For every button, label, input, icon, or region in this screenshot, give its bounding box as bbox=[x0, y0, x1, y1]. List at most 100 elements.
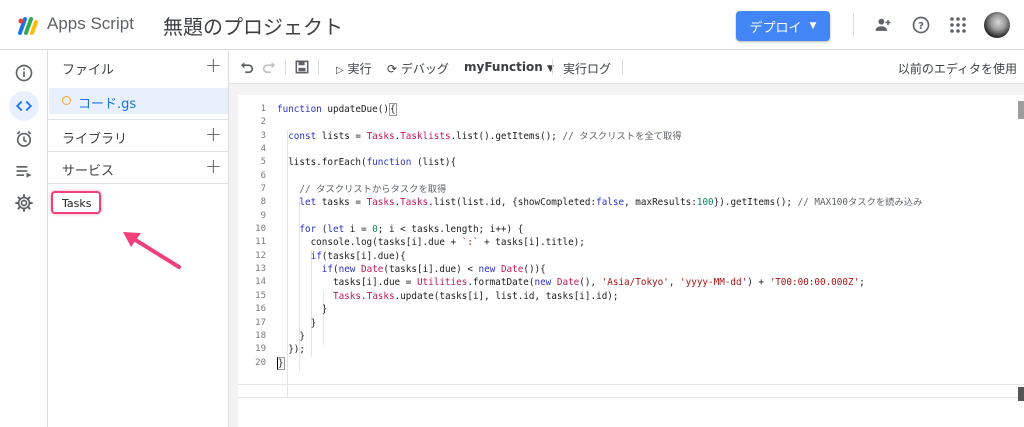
add-service-icon[interactable]: + bbox=[205, 156, 222, 176]
line-number: 14 bbox=[255, 277, 266, 288]
code-text[interactable]: function updateDue(){ const lists = Task… bbox=[277, 103, 1017, 370]
avatar[interactable] bbox=[984, 12, 1010, 38]
line-number: 2 bbox=[260, 117, 266, 128]
execution-log-button[interactable]: 実行ログ bbox=[563, 60, 611, 77]
annotation-arrow-icon bbox=[123, 232, 181, 269]
divider bbox=[318, 59, 319, 75]
line-number: 8 bbox=[260, 197, 266, 208]
apps-script-logo-icon[interactable] bbox=[16, 13, 40, 37]
settings-icon[interactable] bbox=[12, 191, 36, 215]
files-section-header: ファイル + bbox=[48, 50, 229, 82]
code-line: } bbox=[277, 317, 317, 329]
caret-down-icon: ▼ bbox=[809, 21, 817, 31]
divider bbox=[48, 183, 229, 184]
debug-label: デバッグ bbox=[400, 62, 449, 76]
code-line: } bbox=[277, 304, 328, 316]
code-line: const lists = Tasks.Tasklists.list().get… bbox=[288, 130, 682, 142]
code-line: if(tasks[i].due){ bbox=[310, 250, 406, 262]
triggers-icon[interactable] bbox=[12, 127, 36, 151]
line-number-gutter: 1 2 3 4 5 6 7 8 9 10 11 12 13 14 15 16 17 18 19 20 bbox=[238, 103, 266, 370]
code-editor: 1 2 3 4 5 6 7 8 9 10 11 12 13 14 15 16 17 18 19 20 function… bbox=[229, 84, 1024, 427]
divider bbox=[853, 13, 854, 37]
line-number: 10 bbox=[255, 224, 266, 235]
service-item-tasks[interactable]: Tasks bbox=[51, 191, 101, 214]
line-number: 7 bbox=[260, 184, 266, 195]
redo-icon[interactable] bbox=[261, 59, 277, 75]
svg-text:?: ? bbox=[918, 21, 924, 32]
services-label: サービス bbox=[62, 164, 115, 179]
apps-grid-icon[interactable] bbox=[947, 14, 969, 36]
code-line: function updateDue(){ bbox=[277, 103, 397, 116]
executions-icon[interactable] bbox=[12, 159, 36, 183]
divider bbox=[622, 59, 623, 75]
file-name: コード.gs bbox=[78, 97, 137, 112]
line-number: 20 bbox=[255, 357, 266, 368]
overview-ruler-marker bbox=[1018, 387, 1024, 401]
code-line: }); bbox=[277, 344, 305, 356]
code-line: console.log(tasks[i].due + `:` + tasks[i… bbox=[277, 237, 585, 249]
line-number: 11 bbox=[255, 237, 266, 248]
unsaved-dot-icon bbox=[62, 96, 71, 105]
function-select[interactable]: myFunction ▼ bbox=[464, 60, 554, 74]
log-label: 実行ログ bbox=[563, 62, 612, 76]
project-title[interactable]: 無題のプロジェクト bbox=[163, 11, 343, 40]
deploy-label: デプロイ bbox=[749, 20, 802, 36]
top-bar: Apps Script 無題のプロジェクト デプロイ ▼ ? bbox=[0, 0, 1024, 50]
code-line: tasks[i].due = Utilities.formatDate(new … bbox=[277, 277, 865, 289]
code-line: } bbox=[277, 330, 305, 342]
left-rail bbox=[0, 50, 48, 427]
vertical-scrollbar[interactable] bbox=[1018, 101, 1024, 119]
save-icon[interactable] bbox=[294, 59, 310, 75]
line-number: 1 bbox=[260, 104, 266, 114]
line-number: 9 bbox=[260, 210, 266, 221]
code-line: let tasks = Tasks.Tasks.list(list.id, {s… bbox=[299, 197, 923, 209]
code-line: // タスクリストからタスクを取得 bbox=[299, 184, 447, 196]
divider bbox=[285, 59, 286, 75]
overview-icon[interactable] bbox=[12, 61, 36, 85]
debug-button[interactable]: ⟳ デバッグ bbox=[387, 60, 449, 77]
libraries-section-header: ライブラリ + bbox=[48, 119, 229, 151]
file-item-code-gs[interactable]: コード.gs bbox=[49, 88, 228, 114]
line-number: 3 bbox=[260, 130, 266, 141]
debug-icon: ⟳ bbox=[387, 62, 398, 76]
undo-icon[interactable] bbox=[239, 59, 255, 75]
play-icon: ▷ bbox=[336, 65, 344, 76]
services-section-header: サービス + bbox=[48, 151, 229, 183]
line-number: 5 bbox=[260, 157, 266, 168]
line-number: 15 bbox=[255, 290, 266, 301]
run-button[interactable]: ▷ 実行 bbox=[336, 60, 372, 77]
service-item-label: Tasks bbox=[62, 197, 92, 210]
code-area[interactable]: 1 2 3 4 5 6 7 8 9 10 11 12 13 14 15 16 17 18 19 20 function… bbox=[238, 95, 1024, 427]
help-icon[interactable]: ? bbox=[910, 14, 932, 36]
add-library-icon[interactable]: + bbox=[205, 124, 222, 144]
code-line: if(new Date(tasks[i].due) < new Date()){ bbox=[321, 264, 546, 276]
code-line: } bbox=[277, 356, 285, 370]
line-number: 16 bbox=[255, 304, 266, 315]
app-name[interactable]: Apps Script bbox=[47, 14, 134, 34]
code-line: lists.forEach(function (list){ bbox=[277, 157, 457, 169]
code-line: Tasks.Tasks.update(tasks[i], list.id, ta… bbox=[332, 290, 619, 302]
editor-icon[interactable] bbox=[9, 91, 39, 121]
deploy-button[interactable]: デプロイ ▼ bbox=[736, 11, 830, 41]
line-number: 13 bbox=[255, 264, 266, 275]
current-line-highlight bbox=[238, 384, 1024, 398]
legacy-editor-button[interactable]: 以前のエディタを使用 bbox=[898, 60, 1017, 77]
legacy-editor-label: 以前のエディタを使用 bbox=[897, 62, 1017, 76]
function-name: myFunction bbox=[464, 60, 543, 74]
line-number: 6 bbox=[260, 170, 266, 181]
line-number: 12 bbox=[255, 250, 266, 261]
line-number: 4 bbox=[260, 144, 266, 155]
libraries-label: ライブラリ bbox=[62, 132, 128, 147]
add-person-icon[interactable] bbox=[872, 14, 894, 36]
line-number: 17 bbox=[255, 317, 266, 328]
divider bbox=[552, 59, 553, 75]
run-label: 実行 bbox=[347, 62, 372, 76]
add-file-icon[interactable]: + bbox=[205, 55, 222, 75]
files-label: ファイル bbox=[62, 63, 115, 78]
line-number: 18 bbox=[255, 330, 266, 341]
editor-toolbar: ▷ 実行 ⟳ デバッグ myFunction ▼ 実行ログ 以前のエディタを使用 bbox=[229, 50, 1024, 84]
